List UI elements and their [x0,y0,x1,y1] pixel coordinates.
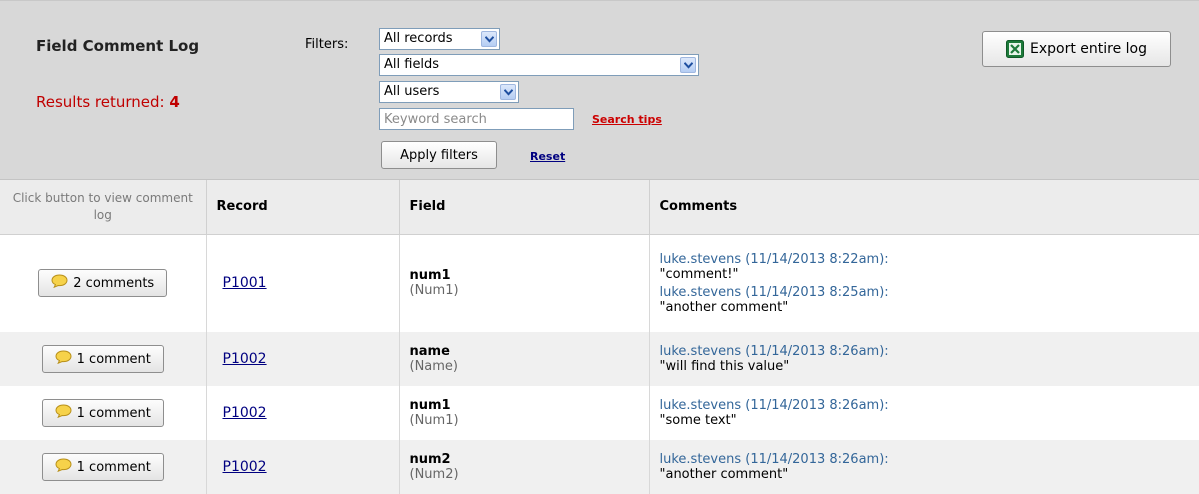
view-comments-label: 1 comment [76,459,151,475]
comment-author-time: luke.stevens (11/14/2013 8:26am): [659,344,889,359]
fields-select[interactable]: All fields [379,54,699,76]
view-comments-button[interactable]: 1 comment [41,453,164,481]
keyword-search-input[interactable] [379,108,574,130]
table-header-row: Click button to view comment log Record … [0,180,1199,235]
field-label: (Num1) [409,283,459,299]
record-cell: P1002 [206,440,400,494]
speech-bubble-icon [55,458,72,476]
comment-author-time: luke.stevens (11/14/2013 8:26am): [659,452,889,467]
comments-cell: luke.stevens (11/14/2013 8:26am): "anoth… [649,440,1199,494]
view-comments-label: 1 comment [76,351,151,367]
comment-author-time: luke.stevens (11/14/2013 8:25am): [659,284,889,300]
fields-select-value: All fields [384,57,440,72]
field-name: num1 [409,398,451,413]
button-cell: 2 comments [0,234,207,332]
filter-panel: Field Comment Log Results returned: 4 Fi… [0,0,1199,180]
record-cell: P1001 [206,234,400,332]
users-select-value: All users [384,84,440,99]
field-name: name [409,344,450,359]
export-label: Export entire log [1030,41,1147,57]
record-cell: P1002 [206,386,400,440]
field-cell: num2 (Num2) [399,440,650,494]
view-comments-button[interactable]: 2 comments [38,269,168,298]
apply-filters-button[interactable]: Apply filters [381,141,497,169]
field-cell: name (Name) [399,332,650,386]
col-header-comments: Comments [649,180,1199,235]
chevron-down-icon [500,84,516,100]
comment-log-table: Click button to view comment log Record … [0,180,1199,494]
comment-text: "another comment" [659,467,789,482]
view-comments-label: 1 comment [76,405,151,421]
chevron-down-icon [481,31,497,47]
field-name: num2 [409,452,451,467]
reset-link[interactable]: Reset [530,150,565,163]
field-label: (Num2) [409,467,459,482]
field-comment-log-page: Field Comment Log Results returned: 4 Fi… [0,0,1199,494]
field-label: (Name) [409,359,459,374]
speech-bubble-icon [55,350,72,368]
excel-icon [1006,40,1024,58]
comment-text: "comment!" [659,266,739,282]
speech-bubble-icon [55,404,72,422]
page-title: Field Comment Log [36,37,200,55]
users-select[interactable]: All users [379,81,519,103]
comment-text: "some text" [659,413,737,428]
comment-entry: luke.stevens (11/14/2013 8:26am): "some … [660,398,1190,428]
field-cell: num1 (Num1) [399,386,650,440]
export-log-button[interactable]: Export entire log [982,31,1171,67]
record-link[interactable]: P1002 [217,351,267,367]
comment-text: "will find this value" [659,359,790,374]
view-comments-button[interactable]: 1 comment [41,345,164,373]
table-row: 1 comment P1002 num1 (Num1) luke.stevens… [0,386,1199,440]
records-select[interactable]: All records [379,28,500,50]
comment-author-time: luke.stevens (11/14/2013 8:22am): [659,251,889,267]
comment-entry: luke.stevens (11/14/2013 8:26am): "anoth… [660,452,1190,482]
table-row: 1 comment P1002 name (Name) luke.stevens… [0,332,1199,386]
comment-entry: luke.stevens (11/14/2013 8:22am): "comme… [660,252,1190,282]
button-cell: 1 comment [0,386,207,440]
view-comments-label: 2 comments [73,275,155,291]
field-label: (Num1) [409,413,459,428]
chevron-down-icon [680,57,696,73]
comment-entry: luke.stevens (11/14/2013 8:26am): "will … [660,344,1190,374]
record-link[interactable]: P1002 [217,405,267,421]
field-name: num1 [409,268,451,284]
comment-entry: luke.stevens (11/14/2013 8:25am): "anoth… [660,285,1190,315]
results-returned: Results returned: 4 [36,93,180,111]
search-tips-link[interactable]: Search tips [592,113,662,126]
col-header-field: Field [399,180,650,235]
records-select-value: All records [384,31,453,46]
button-cell: 1 comment [0,332,207,386]
results-label: Results returned: [36,93,165,111]
col-header-view: Click button to view comment log [0,180,207,235]
comments-cell: luke.stevens (11/14/2013 8:22am): "comme… [649,234,1199,332]
record-link[interactable]: P1002 [217,459,267,475]
results-count: 4 [169,93,180,111]
comments-cell: luke.stevens (11/14/2013 8:26am): "will … [649,332,1199,386]
comments-cell: luke.stevens (11/14/2013 8:26am): "some … [649,386,1199,440]
col-header-record: Record [206,180,400,235]
table-row: 2 comments P1001 num1 (Num1) luke.steven… [0,234,1199,332]
speech-bubble-icon [51,274,68,292]
comment-author-time: luke.stevens (11/14/2013 8:26am): [659,398,889,413]
record-cell: P1002 [206,332,400,386]
view-comments-button[interactable]: 1 comment [41,399,164,427]
record-link[interactable]: P1001 [217,275,267,291]
comment-text: "another comment" [659,299,789,315]
table-row: 1 comment P1002 num2 (Num2) luke.stevens… [0,440,1199,494]
field-cell: num1 (Num1) [399,234,650,332]
button-cell: 1 comment [0,440,207,494]
filters-label: Filters: [305,37,349,52]
